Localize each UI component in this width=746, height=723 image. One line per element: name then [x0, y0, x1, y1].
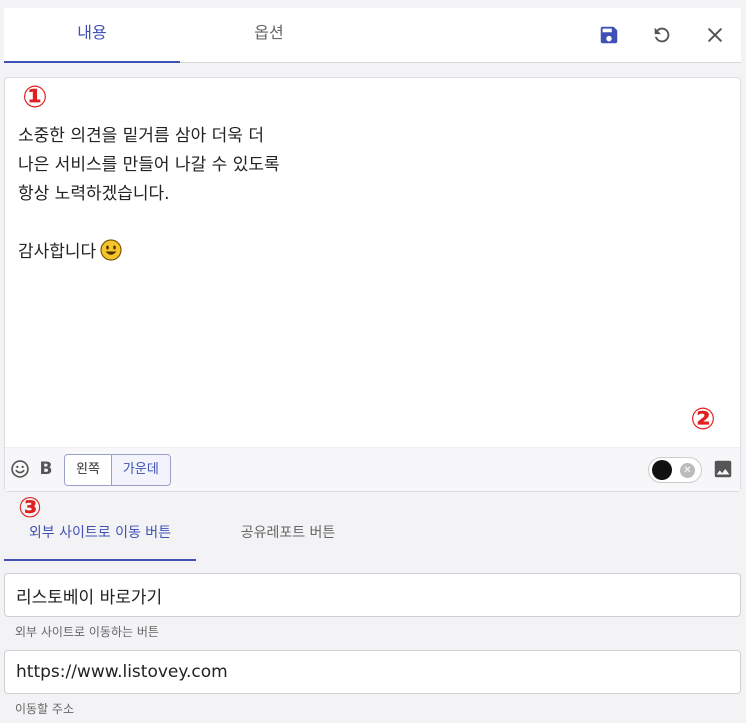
undo-button[interactable]: [649, 22, 675, 48]
save-icon: [600, 26, 618, 44]
color-toggle[interactable]: ✕: [648, 457, 702, 483]
tab-content[interactable]: 내용: [4, 8, 180, 63]
clear-color-icon[interactable]: ✕: [680, 463, 695, 478]
editor-text[interactable]: 소중한 의견을 밑거름 삼아 더욱 더 나은 서비스를 만들어 나갈 수 있도록…: [18, 122, 718, 271]
top-bar: 내용 옵션: [4, 8, 741, 63]
emoji-button[interactable]: [9, 458, 31, 480]
bold-icon: B: [39, 459, 53, 479]
editor-body-text: 소중한 의견을 밑거름 삼아 더욱 더 나은 서비스를 만들어 나갈 수 있도록…: [18, 126, 280, 262]
undo-icon: [654, 27, 670, 43]
content-editor[interactable]: ① 소중한 의견을 밑거름 삼아 더욱 더 나은 서비스를 만들어 나갈 수 있…: [4, 77, 741, 492]
subtab-external-link[interactable]: 외부 사이트로 이동 버튼: [4, 510, 196, 561]
bold-button[interactable]: B: [35, 458, 57, 480]
editor-toolbar: B 왼쪽 가운데 ✕: [5, 447, 740, 491]
subtab-share-report[interactable]: 공유레포트 버튼: [213, 510, 363, 561]
align-left-button[interactable]: 왼쪽: [65, 455, 111, 485]
image-icon: [714, 460, 732, 478]
save-button[interactable]: [596, 22, 622, 48]
image-button[interactable]: [712, 458, 734, 480]
color-swatch: [652, 460, 672, 480]
marker-1: ①: [22, 80, 48, 115]
url-helper: 이동할 주소: [15, 702, 75, 716]
tab-options[interactable]: 옵션: [181, 8, 357, 63]
url-input[interactable]: [4, 650, 741, 694]
align-button-group: 왼쪽 가운데: [64, 454, 171, 486]
close-button[interactable]: [702, 22, 728, 48]
button-name-input[interactable]: [4, 573, 741, 617]
button-type-tabs: 외부 사이트로 이동 버튼 공유레포트 버튼: [4, 510, 741, 561]
button-name-helper: 외부 사이트로 이동하는 버튼: [15, 625, 159, 639]
align-center-button[interactable]: 가운데: [110, 455, 170, 485]
smile-emoji-icon: [100, 239, 122, 271]
marker-2: ②: [690, 402, 716, 437]
emoji-icon: [11, 460, 29, 478]
close-icon: [708, 28, 722, 42]
